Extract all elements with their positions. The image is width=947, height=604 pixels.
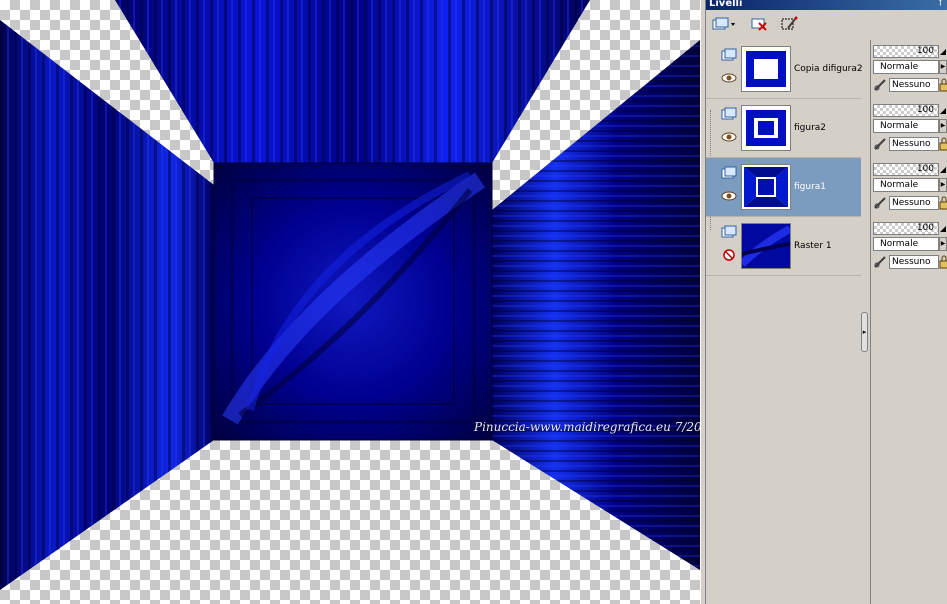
opacity-triangle-icon bbox=[940, 167, 946, 173]
layer-type-icon bbox=[721, 48, 737, 61]
layers-toolbar bbox=[706, 10, 947, 38]
opacity-slider[interactable]: 100 bbox=[873, 104, 939, 117]
lock-icon[interactable] bbox=[939, 137, 947, 151]
blue-corridor-artwork bbox=[0, 0, 700, 590]
lock-icon[interactable] bbox=[939, 78, 947, 92]
opacity-value: 100 bbox=[916, 164, 934, 174]
properties-separator bbox=[870, 40, 871, 604]
layer-properties-row: 100 Normale ▶ Nessuno bbox=[873, 99, 947, 158]
delete-layer-icon bbox=[751, 18, 767, 31]
mask-select[interactable]: Nessuno bbox=[889, 196, 939, 210]
pin-icon[interactable]: ᛘ bbox=[938, 0, 943, 8]
layer-name[interactable]: Raster 1 bbox=[794, 241, 832, 251]
opacity-slider[interactable]: 100 bbox=[873, 222, 939, 235]
eye-icon[interactable] bbox=[721, 72, 737, 84]
link-icon[interactable] bbox=[873, 137, 887, 151]
blend-mode-arrow-icon[interactable]: ▶ bbox=[939, 178, 947, 192]
layer-thumbnail bbox=[741, 164, 791, 210]
panel-title-label: Livelli bbox=[709, 0, 743, 9]
layer-row[interactable]: figura2 bbox=[706, 99, 861, 158]
layer-row-selected[interactable]: figura1 bbox=[706, 158, 861, 217]
link-icon[interactable] bbox=[873, 196, 887, 210]
chevron-right-icon: ▸ bbox=[862, 328, 867, 336]
layer-row[interactable]: Copia difigura2 bbox=[706, 40, 863, 99]
link-icon[interactable] bbox=[873, 255, 887, 269]
blend-mode-arrow-icon[interactable]: ▶ bbox=[939, 119, 947, 133]
blend-mode-arrow-icon[interactable]: ▶ bbox=[939, 237, 947, 251]
watermark-text: Pinuccia-www.maidiregrafica.eu 7/2013 bbox=[474, 420, 700, 434]
blend-mode-select[interactable]: Normale bbox=[873, 178, 939, 192]
mask-select[interactable]: Nessuno bbox=[889, 78, 939, 92]
layer-list: Copia difigura2 figura2 figura1 Raster 1 bbox=[706, 40, 863, 604]
layer-type-icon bbox=[721, 107, 737, 120]
layer-thumbnail bbox=[741, 223, 791, 269]
layer-properties-row: 100 Normale ▶ Nessuno bbox=[873, 217, 947, 276]
layer-name[interactable]: figura2 bbox=[794, 123, 826, 133]
opacity-triangle-icon bbox=[940, 49, 946, 55]
opacity-triangle-icon bbox=[940, 226, 946, 232]
opacity-value: 100 bbox=[916, 223, 934, 233]
lock-icon[interactable] bbox=[939, 255, 947, 269]
blend-mode-arrow-icon[interactable]: ▶ bbox=[939, 60, 947, 74]
layer-type-icon bbox=[721, 166, 737, 179]
layer-properties-row: 100 Normale ▶ Nessuno bbox=[873, 158, 947, 217]
layer-type-icon bbox=[721, 225, 737, 238]
new-layer-button[interactable] bbox=[708, 14, 738, 34]
layer-properties-row: 100 Normale ▶ Nessuno bbox=[873, 40, 947, 99]
lock-icon[interactable] bbox=[939, 196, 947, 210]
new-layer-icon bbox=[712, 17, 735, 30]
image-canvas[interactable]: Pinuccia-www.maidiregrafica.eu 7/2013 bbox=[0, 0, 700, 604]
layers-panel-title[interactable]: Livelli ᛘ bbox=[706, 0, 947, 10]
opacity-value: 100 bbox=[916, 46, 934, 56]
hidden-eye-icon[interactable] bbox=[721, 249, 737, 261]
blend-mode-select[interactable]: Normale bbox=[873, 60, 939, 74]
layer-thumbnail bbox=[741, 46, 791, 92]
opacity-slider[interactable]: 100 bbox=[873, 45, 939, 58]
layer-row[interactable]: Raster 1 bbox=[706, 217, 861, 276]
layer-name[interactable]: Copia difigura2 bbox=[794, 64, 863, 74]
eye-icon[interactable] bbox=[721, 131, 737, 143]
collapse-panel-button[interactable]: ▸ bbox=[861, 312, 868, 352]
edit-selection-button[interactable] bbox=[778, 14, 800, 34]
mask-select[interactable]: Nessuno bbox=[889, 137, 939, 151]
layers-palette: Livelli ᛘ Copia difigura2 figura2 figura… bbox=[706, 0, 947, 604]
opacity-slider[interactable]: 100 bbox=[873, 163, 939, 176]
blend-mode-select[interactable]: Normale bbox=[873, 237, 939, 251]
link-icon[interactable] bbox=[873, 78, 887, 92]
mask-select[interactable]: Nessuno bbox=[889, 255, 939, 269]
eye-icon[interactable] bbox=[721, 190, 737, 202]
delete-layer-button[interactable] bbox=[748, 14, 770, 34]
layer-name[interactable]: figura1 bbox=[794, 182, 826, 192]
layer-thumbnail bbox=[741, 105, 791, 151]
edit-selection-icon bbox=[781, 16, 798, 30]
opacity-value: 100 bbox=[916, 105, 934, 115]
blend-mode-select[interactable]: Normale bbox=[873, 119, 939, 133]
opacity-triangle-icon bbox=[940, 108, 946, 114]
